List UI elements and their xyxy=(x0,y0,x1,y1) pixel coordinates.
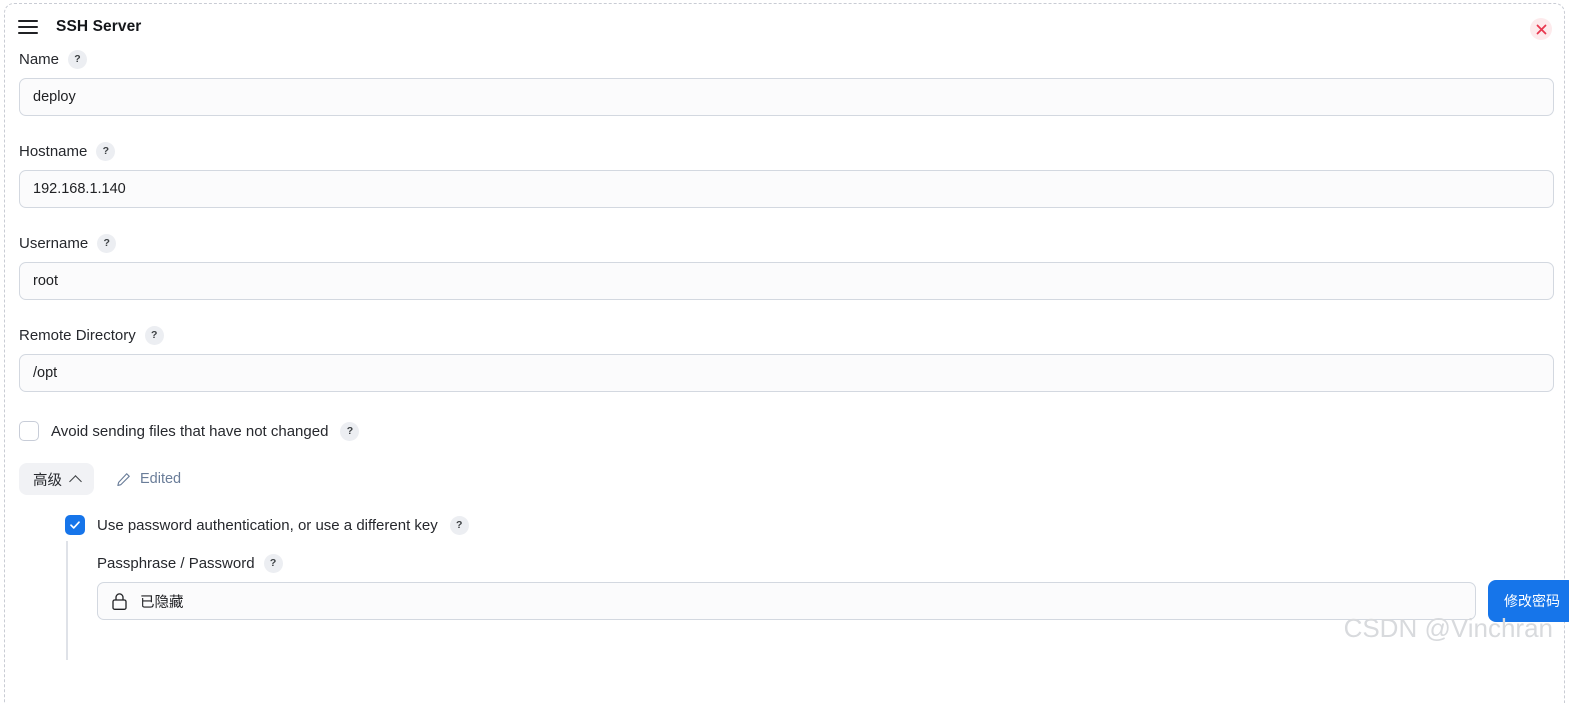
field-username: Username ? xyxy=(19,234,1554,300)
field-hostname-label-row: Hostname ? xyxy=(19,142,1550,161)
field-name: Name ? xyxy=(19,50,1554,116)
help-icon-name[interactable]: ? xyxy=(68,50,88,69)
passphrase-input-wrap: 已隐藏 修改密码 xyxy=(97,580,1569,622)
password-auth-checkbox[interactable] xyxy=(65,515,85,535)
advanced-guide-line xyxy=(66,541,68,660)
pencil-icon xyxy=(117,472,130,486)
field-hostname: Hostname ? xyxy=(19,142,1554,208)
help-icon-avoid-sending[interactable]: ? xyxy=(340,421,360,441)
field-remote-directory-label: Remote Directory xyxy=(19,327,136,344)
field-hostname-label: Hostname xyxy=(19,143,88,160)
page-title: SSH Server xyxy=(56,18,142,35)
name-input[interactable] xyxy=(19,78,1554,116)
passphrase-value: 已隐藏 xyxy=(140,594,184,611)
close-button[interactable] xyxy=(1530,18,1552,40)
ssh-server-dialog: SSH Server Name ? Hostname ? xyxy=(4,3,1569,703)
avoid-sending-row: Avoid sending files that have not change… xyxy=(19,421,1550,441)
field-remote-directory-label-row: Remote Directory ? xyxy=(19,326,1550,345)
avoid-sending-label: Avoid sending files that have not change… xyxy=(51,422,329,440)
help-icon-hostname[interactable]: ? xyxy=(96,142,116,161)
help-icon-passphrase[interactable]: ? xyxy=(263,554,283,573)
password-auth-row: Use password authentication, or use a di… xyxy=(65,515,1550,535)
field-remote-directory: Remote Directory ? xyxy=(19,326,1554,392)
edited-indicator[interactable]: Edited xyxy=(116,471,181,487)
password-auth-label: Use password authentication, or use a di… xyxy=(97,516,438,534)
passphrase-label: Passphrase / Password xyxy=(97,555,255,572)
help-icon-username[interactable]: ? xyxy=(97,234,117,253)
advanced-toggle-button[interactable]: 高级 xyxy=(19,463,94,495)
lock-icon xyxy=(112,592,127,610)
field-username-label-row: Username ? xyxy=(19,234,1550,253)
username-input[interactable] xyxy=(19,262,1554,300)
advanced-row: 高级 Edited xyxy=(19,463,1550,495)
ssh-form: Name ? Hostname ? Username ? xyxy=(5,50,1569,660)
field-name-label: Name xyxy=(19,51,60,68)
field-name-label-row: Name ? xyxy=(19,50,1550,69)
help-icon-remote-directory[interactable]: ? xyxy=(144,326,164,345)
close-icon xyxy=(1536,24,1546,34)
check-icon xyxy=(70,521,80,529)
hostname-input[interactable] xyxy=(19,170,1554,208)
edited-label: Edited xyxy=(140,471,182,487)
advanced-toggle-label: 高级 xyxy=(33,472,62,489)
help-icon-password-auth[interactable]: ? xyxy=(449,515,469,535)
dialog-header: SSH Server xyxy=(5,4,1564,50)
passphrase-field: Passphrase / Password ? 已隐藏 修改密码 xyxy=(97,554,1569,622)
passphrase-input[interactable]: 已隐藏 xyxy=(97,582,1476,620)
passphrase-label-row: Passphrase / Password ? xyxy=(97,554,1550,573)
remote-directory-input[interactable] xyxy=(19,354,1554,392)
advanced-body: Use password authentication, or use a di… xyxy=(53,515,1569,660)
change-password-button[interactable]: 修改密码 xyxy=(1488,580,1569,622)
avoid-sending-checkbox[interactable] xyxy=(19,421,39,441)
chevron-up-icon xyxy=(69,474,82,488)
field-username-label: Username xyxy=(19,235,89,252)
hamburger-icon[interactable] xyxy=(18,20,38,34)
